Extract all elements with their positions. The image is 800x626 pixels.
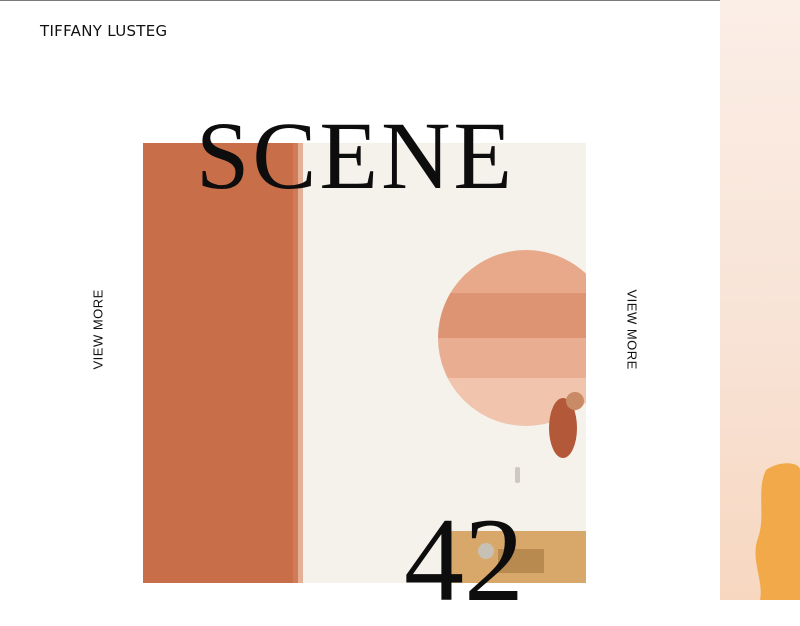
view-more-left-link[interactable]: VIEW MORE (91, 289, 106, 369)
scene-title: SCENE (196, 102, 516, 209)
brand-logo[interactable]: TIFFANY LUSTEG (40, 22, 167, 40)
top-border-line (0, 0, 800, 1)
view-more-right-link[interactable]: VIEW MORE (625, 290, 640, 370)
orange-blob-shape (755, 463, 800, 600)
scene-number: 42 (404, 493, 524, 626)
next-slide-preview[interactable] (720, 0, 800, 600)
